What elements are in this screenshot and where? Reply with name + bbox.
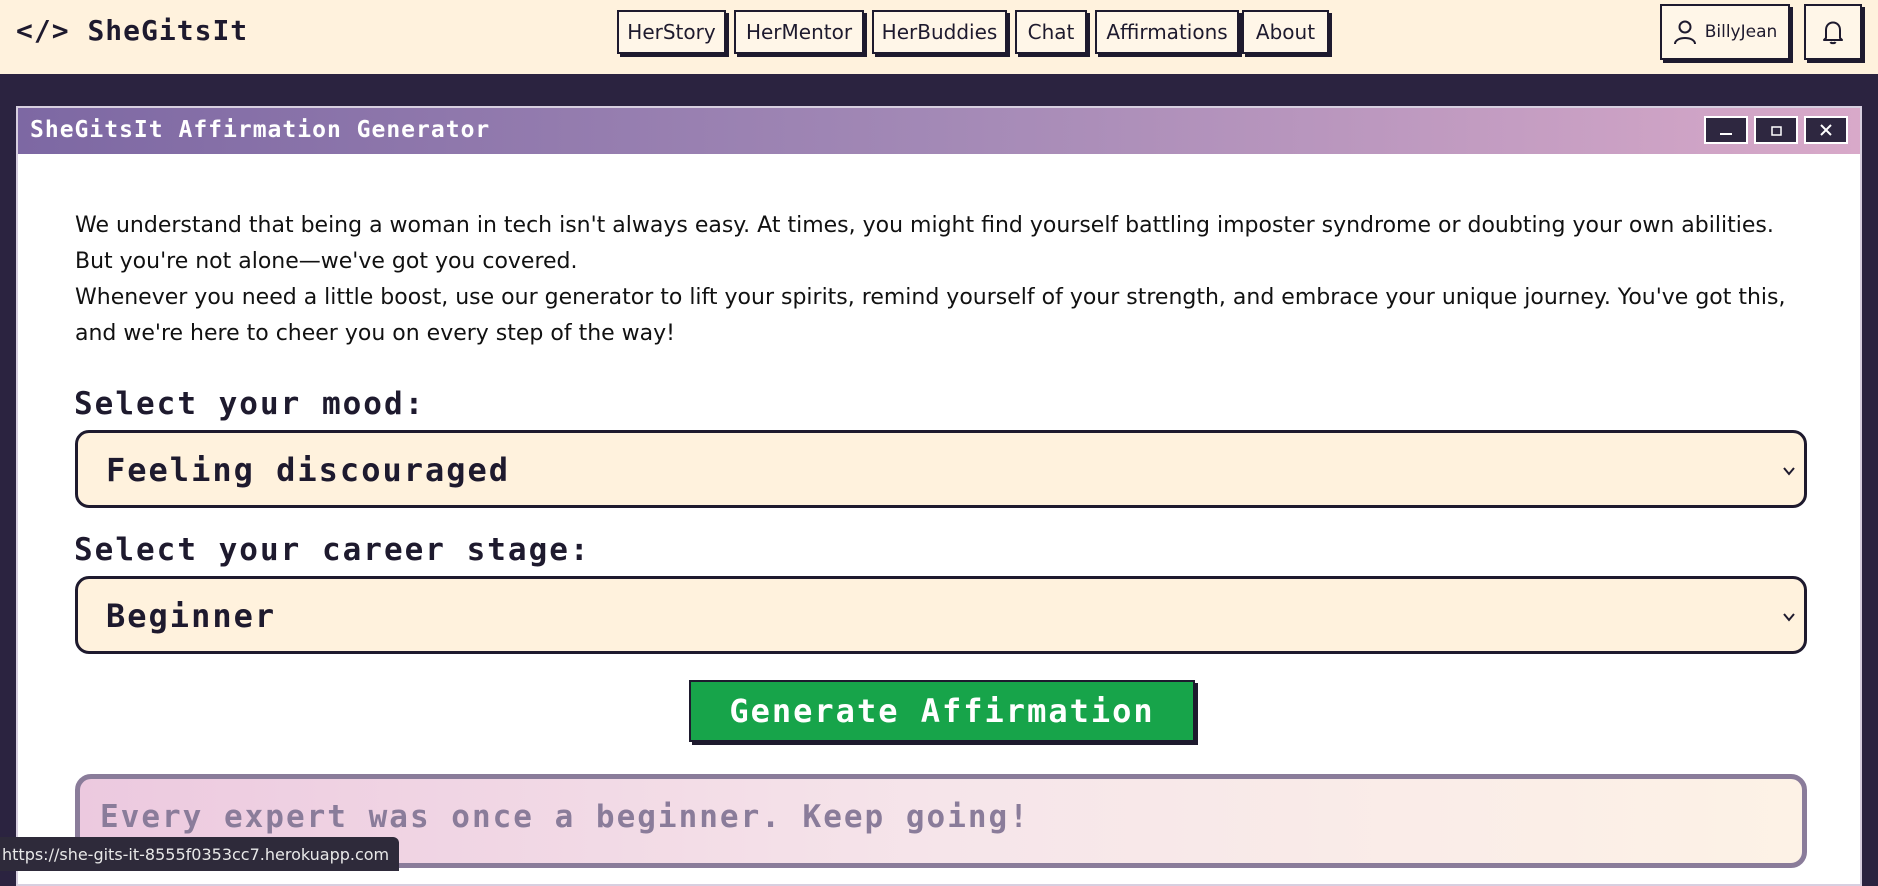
mood-select[interactable]: Feeling discouraged bbox=[75, 430, 1807, 508]
mood-label: Select your mood: bbox=[74, 386, 426, 422]
affirmation-window: SheGitsIt Affirmation Generator We under… bbox=[16, 106, 1862, 886]
nav-link-affirmations[interactable]: Affirmations bbox=[1095, 10, 1239, 54]
maximize-icon bbox=[1768, 123, 1784, 137]
generate-affirmation-button[interactable]: Generate Affirmation bbox=[689, 680, 1195, 742]
mood-selected-value: Feeling discouraged bbox=[106, 451, 511, 489]
affirmation-text: Every expert was once a beginner. Keep g… bbox=[100, 799, 1030, 835]
close-icon bbox=[1818, 122, 1834, 138]
nav-link-herstory[interactable]: HerStory bbox=[617, 10, 726, 54]
window-title: SheGitsIt Affirmation Generator bbox=[30, 117, 491, 143]
chevron-down-icon bbox=[1782, 609, 1796, 623]
user-menu-button[interactable]: BillyJean bbox=[1660, 4, 1790, 60]
nav-link-about[interactable]: About bbox=[1242, 10, 1329, 54]
minimize-button[interactable] bbox=[1704, 116, 1748, 144]
career-stage-label: Select your career stage: bbox=[74, 532, 591, 568]
intro-text: We understand that being a woman in tech… bbox=[75, 208, 1795, 352]
intro-paragraph-1: We understand that being a woman in tech… bbox=[75, 213, 1774, 274]
person-icon bbox=[1673, 19, 1697, 45]
bell-icon bbox=[1821, 19, 1845, 45]
brand-name: SheGitsIt bbox=[87, 14, 249, 47]
notifications-button[interactable] bbox=[1804, 4, 1862, 60]
career-stage-selected-value: Beginner bbox=[106, 597, 277, 635]
nav-link-chat[interactable]: Chat bbox=[1015, 10, 1087, 54]
career-stage-select[interactable]: Beginner bbox=[75, 576, 1807, 654]
code-brackets-icon: </> bbox=[16, 14, 70, 47]
close-button[interactable] bbox=[1804, 116, 1848, 144]
link-preview-status: https://she-gits-it-8555f0353cc7.herokua… bbox=[0, 837, 400, 871]
top-navbar: </> SheGitsIt HerStory HerMentor HerBudd… bbox=[0, 0, 1878, 74]
nav-link-herbuddies[interactable]: HerBuddies bbox=[872, 10, 1007, 54]
chevron-down-icon bbox=[1782, 463, 1796, 477]
minimize-icon bbox=[1718, 124, 1734, 136]
user-name: BillyJean bbox=[1704, 22, 1778, 42]
nav-link-hermentor[interactable]: HerMentor bbox=[734, 10, 864, 54]
maximize-button[interactable] bbox=[1754, 116, 1798, 144]
intro-paragraph-2: Whenever you need a little boost, use ou… bbox=[75, 285, 1786, 346]
brand-logo[interactable]: </> SheGitsIt bbox=[16, 14, 248, 47]
window-titlebar: SheGitsIt Affirmation Generator bbox=[18, 108, 1860, 154]
